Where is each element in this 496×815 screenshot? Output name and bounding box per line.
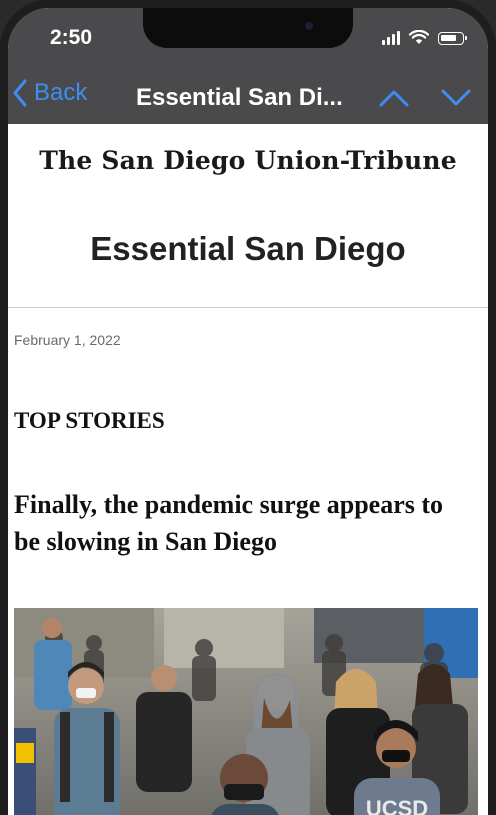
battery-icon	[438, 32, 467, 45]
camera-icon	[305, 22, 313, 30]
story-headline[interactable]: Finally, the pandemic surge appears to b…	[14, 486, 454, 560]
back-button-label: Back	[34, 79, 88, 106]
notch	[143, 8, 353, 48]
navigation-bar: Back Essential San Di...	[8, 78, 488, 118]
photo-sign-text: UCSD	[366, 796, 428, 815]
wifi-icon	[409, 30, 429, 44]
crowd-photo-illustration: UCSD	[14, 608, 478, 815]
email-content: The San Diego Union-Tribune Essential Sa…	[8, 124, 488, 815]
signal-icon	[382, 31, 400, 45]
story-photo[interactable]: UCSD	[14, 608, 478, 815]
nav-title: Essential San Di...	[136, 84, 343, 111]
masthead-logo: The San Diego Union-Tribune	[39, 146, 457, 175]
newsletter-title: Essential San Diego	[90, 230, 406, 267]
chevron-left-icon	[13, 79, 27, 107]
newsletter-date: February 1, 2022	[14, 332, 121, 348]
back-button[interactable]: Back	[12, 78, 87, 108]
status-time: 2:50	[50, 26, 93, 49]
phone-screen: 2:50 Back Essential San Di... The San Di…	[8, 8, 488, 815]
divider	[8, 307, 488, 308]
chevron-up-icon[interactable]	[378, 88, 410, 108]
top-bar: 2:50 Back Essential San Di...	[8, 8, 488, 124]
status-icons	[382, 30, 467, 45]
chevron-down-icon[interactable]	[440, 88, 472, 108]
section-heading: TOP STORIES	[14, 408, 165, 433]
